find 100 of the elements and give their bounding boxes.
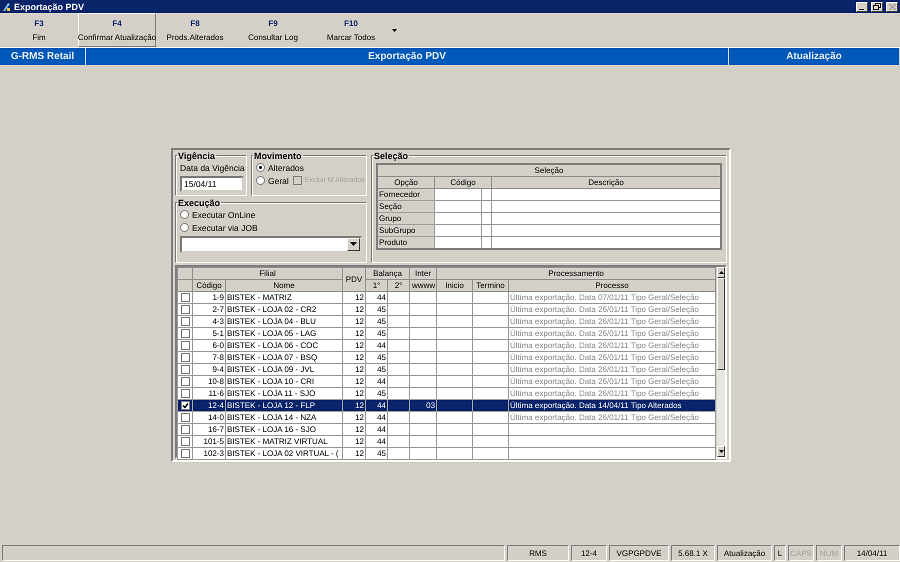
column-header: Descrição <box>492 176 721 188</box>
description-cell[interactable] <box>492 188 721 200</box>
checkbox-cell[interactable] <box>178 339 192 351</box>
checkbox-cell[interactable] <box>178 399 192 411</box>
table-cell: Última exportação. Data 26/01/11 Tipo Geral/Seleção <box>508 363 716 375</box>
date-field[interactable]: 15/04/11 <box>180 176 244 192</box>
restore-button[interactable] <box>871 2 883 12</box>
table-cell: BISTEK - MATRIZ <box>226 291 343 303</box>
table-cell: BISTEK - LOJA 09 - JVL <box>226 363 343 375</box>
table-cell: Última exportação. Data 14/04/11 Tipo Alterados <box>508 399 716 411</box>
table-title: Seleção <box>377 164 721 176</box>
column-header: Processo <box>508 279 716 291</box>
checkbox-cell[interactable] <box>178 315 192 327</box>
code-cell[interactable] <box>434 200 482 212</box>
header-cell <box>178 279 192 291</box>
description-cell[interactable] <box>492 200 721 212</box>
table-cell: Última exportação. Data 07/01/11 Tipo Geral/Seleção <box>508 291 716 303</box>
caret-icon[interactable] <box>392 28 397 32</box>
code-cell[interactable] <box>434 188 482 200</box>
app-icon <box>2 2 11 12</box>
header-segment: Exportação PDV <box>86 48 729 65</box>
column-header: Processamento <box>436 267 716 279</box>
status-cell: 5.68.1 X <box>671 545 715 561</box>
table-cell: BISTEK - MATRIZ VIRTUAL <box>226 435 343 447</box>
check-icon <box>182 402 188 409</box>
group-title: Vigência <box>177 150 216 160</box>
column-header: Nome <box>226 279 343 291</box>
table-cell: Última exportação. Data 26/01/11 Tipo Geral/Seleção <box>508 411 716 423</box>
row-label: SubGrupo <box>377 224 434 236</box>
radio-option[interactable]: Executar OnLine <box>180 210 362 220</box>
table-cell: BISTEK - LOJA 11 - SJO <box>226 387 343 399</box>
table-cell: Última exportação. Data 26/01/11 Tipo Geral/Seleção <box>508 339 716 351</box>
column-header: PDV <box>342 267 366 291</box>
close-icon <box>888 4 896 10</box>
description-cell[interactable] <box>492 224 721 236</box>
toolbar-button[interactable]: F4 Confirmar Atualização <box>78 13 156 47</box>
column-header: Balança <box>366 267 410 279</box>
status-cell: VGPGPDVE <box>609 545 669 561</box>
radio-option[interactable]: Executar via JOB <box>180 222 362 232</box>
description-cell[interactable] <box>492 236 721 248</box>
table-cell: Última exportação. Data 26/01/11 Tipo Geral/Seleção <box>508 327 716 339</box>
checkbox-cell[interactable] <box>178 303 192 315</box>
group-title: Movimento <box>253 150 303 160</box>
group-title: Seleção <box>373 150 410 160</box>
scroll-down-icon[interactable] <box>718 450 724 452</box>
status-cell: 12-4 <box>571 545 607 561</box>
window-title: Exportação PDV <box>14 2 86 12</box>
status-cell: L <box>774 545 786 561</box>
checkbox-cell[interactable] <box>178 387 192 399</box>
status-cell: Atualização <box>717 545 772 561</box>
table-cell: Última exportação. Data 26/01/11 Tipo Geral/Seleção <box>508 387 716 399</box>
radio-option[interactable]: Alterados <box>256 162 362 172</box>
minimize-button[interactable] <box>856 2 868 12</box>
status-cell: 14/04/11 <box>844 545 900 561</box>
table-cell: BISTEK - LOJA 07 - BSQ <box>226 351 343 363</box>
column-header: Opção <box>377 176 434 188</box>
scrollbar[interactable] <box>716 266 725 456</box>
dropdown-arrow-icon <box>350 242 357 246</box>
checkbox-cell[interactable] <box>178 411 192 423</box>
table-cell: BISTEK - LOJA 12 - FLP <box>226 399 343 411</box>
code-cell[interactable] <box>434 236 482 248</box>
description-cell[interactable] <box>492 212 721 224</box>
table-cell: Última exportação. Data 26/01/11 Tipo Geral/Seleção <box>508 303 716 315</box>
checkbox-cell[interactable] <box>178 435 192 447</box>
checkbox-cell[interactable] <box>178 291 192 303</box>
scroll-up-icon[interactable] <box>718 270 724 274</box>
header-segment: G-RMS Retail <box>0 48 86 65</box>
checkbox-cell[interactable] <box>178 351 192 363</box>
table-cell: BISTEK - LOJA 02 VIRTUAL - ( <box>226 447 343 459</box>
header-segment: Atualização <box>729 48 900 65</box>
restore-icon <box>873 3 881 10</box>
table-cell: BISTEK - LOJA 04 - BLU <box>226 315 343 327</box>
group-title: Execução <box>177 198 222 208</box>
row-label: Fornecedor <box>377 188 434 200</box>
table-cell: BISTEK - LOJA 02 - CR2 <box>226 303 343 315</box>
table-cell: BISTEK - LOJA 14 - NZA <box>226 411 343 423</box>
row-label: Grupo <box>377 212 434 224</box>
checkbox-cell[interactable] <box>178 327 192 339</box>
column-header: Filial <box>192 267 343 279</box>
header-cell <box>178 267 192 279</box>
row-label: Seção <box>377 200 434 212</box>
code-cell[interactable] <box>434 224 482 236</box>
checkbox-cell[interactable] <box>178 423 192 435</box>
row-label: Produto <box>377 236 434 248</box>
status-cell: RMS <box>507 545 569 561</box>
checkbox-cell[interactable] <box>178 363 192 375</box>
column-header: Código <box>434 176 492 188</box>
table-cell: Última exportação. Data 26/01/11 Tipo Geral/Seleção <box>508 375 716 387</box>
table-cell: Última exportação. Data 26/01/11 Tipo Geral/Seleção <box>508 351 716 363</box>
table-cell: BISTEK - LOJA 06 - COC <box>226 339 343 351</box>
code-cell[interactable] <box>434 212 482 224</box>
table-cell: BISTEK - LOJA 16 - SJO <box>226 423 343 435</box>
radio-option[interactable]: Geral <box>256 176 289 186</box>
table-cell: BISTEK - LOJA 05 - LAG <box>226 327 343 339</box>
checkbox-cell[interactable] <box>178 375 192 387</box>
table-cell: Última exportação. Data 26/01/11 Tipo Geral/Seleção <box>508 315 716 327</box>
checkbox-cell[interactable] <box>178 447 192 459</box>
table-cell: BISTEK - LOJA 10 - CRI <box>226 375 343 387</box>
job-dropdown[interactable] <box>180 236 362 252</box>
column-header: Inter <box>410 267 437 279</box>
